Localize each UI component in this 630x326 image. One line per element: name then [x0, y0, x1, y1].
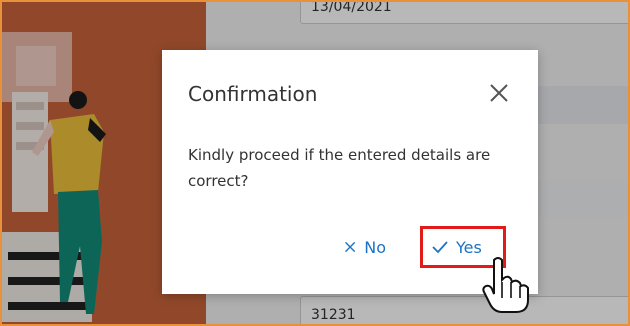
- close-icon: [490, 84, 508, 102]
- page-frame: 13/04/2021 31231 Confirmation Kindly pro…: [0, 0, 630, 326]
- dialog-message: Kindly proceed if the entered details ar…: [188, 146, 491, 190]
- no-button-label: No: [364, 237, 386, 257]
- dialog-title: Confirmation: [188, 82, 318, 106]
- check-icon: [432, 241, 448, 254]
- pointer-hand-icon: [482, 257, 529, 313]
- close-icon: [345, 241, 356, 253]
- close-button[interactable]: [488, 82, 510, 104]
- yes-button-label: Yes: [456, 237, 482, 257]
- no-button[interactable]: No: [332, 226, 398, 268]
